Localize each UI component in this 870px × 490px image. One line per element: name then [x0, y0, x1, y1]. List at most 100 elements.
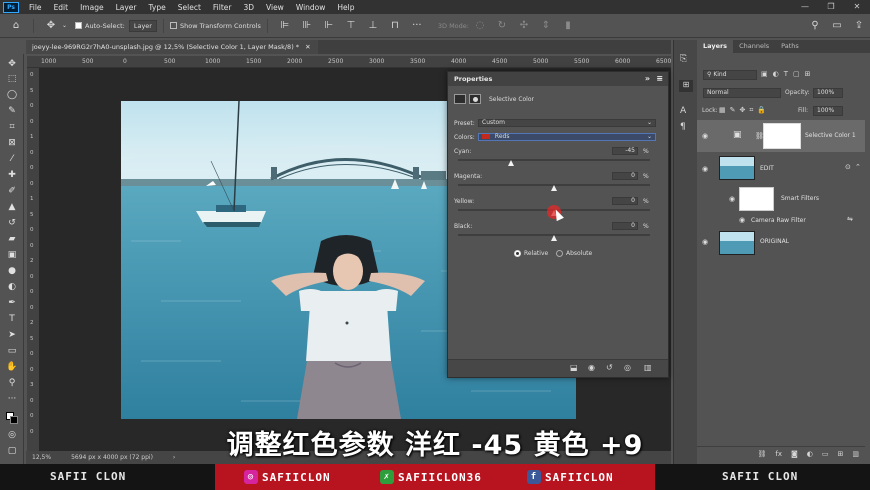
- cyan-slider-thumb[interactable]: [507, 160, 514, 166]
- filter-options-icon[interactable]: ⇋: [847, 215, 853, 223]
- cyan-value[interactable]: -45: [612, 147, 638, 155]
- document-tab[interactable]: joeyy-lee-969RG2r7hA0-unsplash.jpg @ 12,…: [26, 40, 318, 54]
- move-tool-icon[interactable]: ✥: [4, 58, 20, 71]
- 3d-slide-icon[interactable]: ⇕: [538, 18, 554, 34]
- reset-icon[interactable]: ↺: [606, 363, 613, 372]
- lock-icons[interactable]: ▦✎✥⌗🔒: [719, 106, 770, 115]
- adjustment-icon[interactable]: [454, 94, 466, 104]
- history-icon[interactable]: ⎘: [680, 54, 687, 64]
- menu-window[interactable]: Window: [290, 3, 332, 12]
- tab-channels[interactable]: Channels: [733, 40, 775, 53]
- lasso-tool-icon[interactable]: ◯: [4, 89, 20, 102]
- menu-file[interactable]: File: [23, 3, 48, 12]
- menu-select[interactable]: Select: [172, 3, 207, 12]
- tab-close-icon[interactable]: ✕: [305, 43, 310, 51]
- layer-row[interactable]: ◉ EDIT ⊙ ⌃: [697, 153, 865, 185]
- more-icon[interactable]: ···: [409, 18, 425, 34]
- mask-icon[interactable]: [469, 94, 481, 104]
- auto-select-checkbox[interactable]: [75, 22, 83, 29]
- absolute-radio[interactable]: [556, 250, 563, 257]
- gradient-tool-icon[interactable]: ▣: [4, 249, 20, 262]
- 3d-pan-icon[interactable]: ✣: [516, 18, 532, 34]
- delete-icon[interactable]: ▥: [644, 363, 652, 372]
- layer-row[interactable]: ◉ ▣ ⛓ Selective Color 1: [697, 120, 865, 152]
- properties-icon[interactable]: ⊞: [679, 80, 693, 92]
- eye-icon[interactable]: ◉: [702, 238, 708, 246]
- menu-help[interactable]: Help: [331, 3, 360, 12]
- home-icon[interactable]: ⌂: [8, 18, 24, 34]
- blend-mode-dropdown[interactable]: Normal: [703, 88, 781, 98]
- cyan-slider[interactable]: [458, 159, 650, 161]
- more-tools-icon[interactable]: ···: [4, 393, 20, 406]
- pen-tool-icon[interactable]: ✒: [4, 297, 20, 310]
- menu-view[interactable]: View: [260, 3, 290, 12]
- opacity-field[interactable]: 100%: [813, 88, 843, 98]
- layer-thumbnail[interactable]: [719, 156, 755, 180]
- layer-mask-thumbnail[interactable]: [763, 123, 801, 149]
- align-right-icon[interactable]: ⊩: [321, 18, 337, 34]
- close-button[interactable]: ✕: [844, 0, 870, 14]
- view-previous-icon[interactable]: ◉: [588, 363, 595, 372]
- filter-row[interactable]: ◉ Camera Raw Filter ⇋: [697, 214, 865, 228]
- zoom-tool-icon[interactable]: ⚲: [4, 377, 20, 390]
- move-tool-icon[interactable]: ✥: [43, 18, 59, 34]
- frame-tool-icon[interactable]: ⊠: [4, 137, 20, 150]
- layer-filter-icons[interactable]: ▣◐T▢⊞: [761, 70, 815, 78]
- layer-row[interactable]: ◉ ORIGINAL: [697, 228, 865, 258]
- eraser-tool-icon[interactable]: ▰: [4, 233, 20, 246]
- clip-to-layer-icon[interactable]: ⬓: [570, 363, 578, 372]
- menu-edit[interactable]: Edit: [48, 3, 75, 12]
- show-transform-checkbox[interactable]: [169, 22, 177, 29]
- eye-icon[interactable]: ◉: [702, 132, 708, 140]
- align-top-icon[interactable]: ⊤: [343, 18, 359, 34]
- layer-thumbnail[interactable]: [719, 231, 755, 255]
- magenta-value[interactable]: 0: [612, 172, 638, 180]
- marquee-tool-icon[interactable]: ⬚: [4, 73, 20, 86]
- fill-field[interactable]: 100%: [813, 106, 843, 116]
- align-bottom-icon[interactable]: ⊓: [387, 18, 403, 34]
- eye-icon[interactable]: ◉: [729, 195, 735, 203]
- filter-mask-thumbnail[interactable]: [739, 187, 774, 211]
- 3d-roll-icon[interactable]: ↻: [494, 18, 510, 34]
- yellow-value[interactable]: 0: [612, 197, 638, 205]
- crop-tool-icon[interactable]: ⌗: [4, 121, 20, 134]
- menu-image[interactable]: Image: [74, 3, 110, 12]
- tab-paths[interactable]: Paths: [775, 40, 805, 53]
- 3d-orbit-icon[interactable]: ◌: [472, 18, 488, 34]
- minimize-button[interactable]: —: [792, 0, 818, 14]
- workspace-icon[interactable]: ▭: [829, 18, 845, 34]
- colors-dropdown[interactable]: Reds ⌄: [478, 133, 656, 141]
- collapse-icon[interactable]: »: [645, 72, 650, 86]
- visibility-icon[interactable]: ◎: [624, 363, 631, 372]
- eye-icon[interactable]: ◉: [702, 165, 708, 173]
- smart-filter-icon[interactable]: ⊙: [845, 163, 851, 171]
- magenta-slider-thumb[interactable]: [551, 185, 557, 191]
- search-icon[interactable]: ⚲: [807, 18, 823, 34]
- smart-filters-row[interactable]: ◉ Smart Filters: [697, 186, 865, 214]
- dodge-tool-icon[interactable]: ◐: [4, 281, 20, 294]
- absolute-option[interactable]: Absolute: [556, 250, 592, 257]
- menu-3d[interactable]: 3D: [237, 3, 260, 12]
- character-icon[interactable]: A: [680, 106, 686, 116]
- align-center-icon[interactable]: ⊪: [299, 18, 315, 34]
- quick-select-tool-icon[interactable]: ✎: [4, 105, 20, 118]
- align-middle-icon[interactable]: ⊥: [365, 18, 381, 34]
- type-tool-icon[interactable]: T: [4, 313, 20, 326]
- menu-type[interactable]: Type: [143, 3, 172, 12]
- menu-filter[interactable]: Filter: [207, 3, 238, 12]
- filter-kind-dropdown[interactable]: ⚲ Kind: [703, 70, 757, 80]
- healing-tool-icon[interactable]: ✚: [4, 169, 20, 182]
- preset-dropdown[interactable]: Custom ⌄: [478, 119, 656, 127]
- stamp-tool-icon[interactable]: ▲: [4, 201, 20, 214]
- relative-option[interactable]: Relative: [514, 250, 548, 257]
- auto-select-dropdown[interactable]: Layer: [128, 19, 157, 32]
- eye-icon[interactable]: ◉: [739, 216, 745, 224]
- brush-tool-icon[interactable]: ✐: [4, 185, 20, 198]
- share-icon[interactable]: ⇪: [851, 18, 867, 34]
- black-value[interactable]: 0: [612, 222, 638, 230]
- chevron-up-icon[interactable]: ⌃: [855, 163, 861, 171]
- paragraph-icon[interactable]: ¶: [680, 122, 686, 132]
- 3d-scale-icon[interactable]: ▮: [560, 18, 576, 34]
- hand-tool-icon[interactable]: ✋: [4, 361, 20, 374]
- chevron-down-icon[interactable]: ⌄: [62, 22, 67, 29]
